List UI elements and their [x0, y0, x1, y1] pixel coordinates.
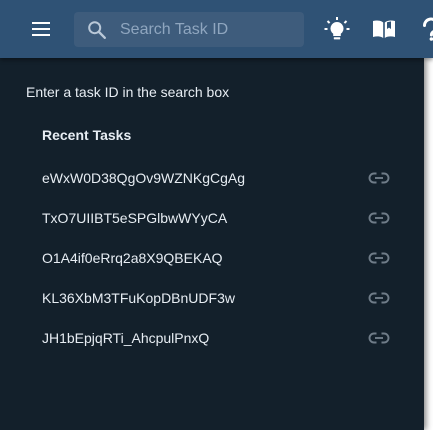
search-box [74, 12, 304, 47]
task-row[interactable]: eWxW0D38QgOv9WZNKgCgAg [0, 158, 424, 198]
help-button[interactable] [418, 16, 433, 42]
task-row[interactable]: TxO7UIIBT5eSPGlbwWYyCA [0, 198, 424, 238]
help-icon [423, 17, 433, 41]
task-id[interactable]: O1A4if0eRrq2a8X9QBEKAQ [42, 250, 223, 266]
search-input[interactable] [120, 12, 300, 47]
task-id[interactable]: TxO7UIIBT5eSPGlbwWYyCA [42, 210, 227, 226]
link-icon[interactable] [368, 249, 390, 267]
lightbulb-icon [324, 17, 350, 40]
hamburger-menu-icon [32, 22, 50, 36]
search-icon [88, 21, 106, 39]
instructions-text: Enter a task ID in the search box [26, 84, 230, 100]
link-icon[interactable] [368, 329, 390, 347]
task-row[interactable]: JH1bEpjqRTi_AhcpulPnxQ [0, 318, 424, 358]
app-header [0, 0, 433, 58]
documentation-button[interactable] [371, 16, 397, 42]
link-icon[interactable] [368, 209, 390, 227]
task-id[interactable]: eWxW0D38QgOv9WZNKgCgAg [42, 170, 245, 186]
task-id[interactable]: KL36XbM3TFuKopDBnUDF3w [42, 290, 235, 306]
task-row[interactable]: O1A4if0eRrq2a8X9QBEKAQ [0, 238, 424, 278]
menu-button[interactable] [28, 16, 56, 42]
link-icon[interactable] [368, 169, 390, 187]
recent-tasks-list: eWxW0D38QgOv9WZNKgCgAg TxO7UIIBT5eSPGlbw… [0, 158, 424, 358]
recent-tasks-heading: Recent Tasks [42, 127, 132, 143]
link-icon[interactable] [368, 289, 390, 307]
open-book-icon [373, 20, 395, 38]
app-frame: Enter a task ID in the search box Recent… [0, 0, 433, 430]
theme-toggle-button[interactable] [324, 16, 350, 42]
task-row[interactable]: KL36XbM3TFuKopDBnUDF3w [0, 278, 424, 318]
task-id[interactable]: JH1bEpjqRTi_AhcpulPnxQ [42, 330, 209, 346]
